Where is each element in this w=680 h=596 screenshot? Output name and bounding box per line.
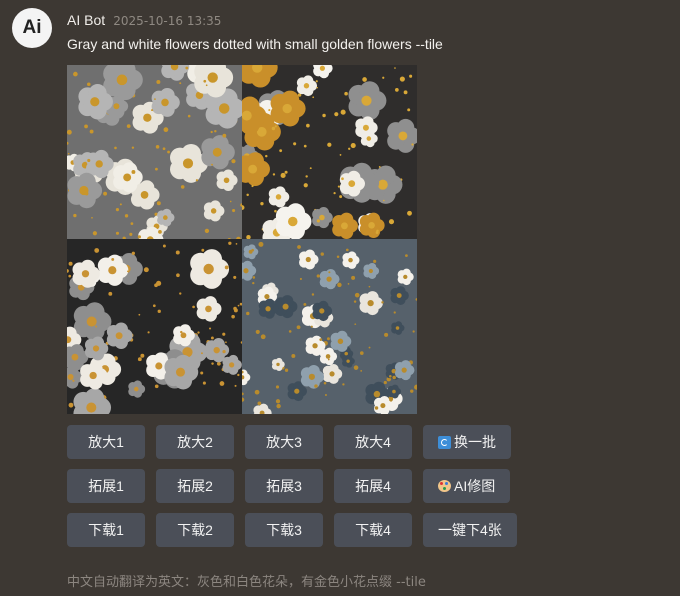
- expand-1-button[interactable]: 拓展1: [67, 469, 145, 503]
- avatar[interactable]: Ai: [12, 8, 52, 48]
- expand-3-button[interactable]: 拓展3: [245, 469, 323, 503]
- palette-icon: [438, 480, 451, 492]
- download-1-button[interactable]: 下载1: [67, 513, 145, 547]
- refresh-icon: [438, 435, 451, 449]
- upscale-3-button[interactable]: 放大3: [245, 425, 323, 459]
- reroll-label: 换一批: [454, 434, 496, 450]
- flower-pattern-image: [67, 239, 242, 414]
- message-header: AI Bot 2025-10-16 13:35: [67, 12, 221, 29]
- upscale-2-button[interactable]: 放大2: [156, 425, 234, 459]
- image-tile-3[interactable]: [67, 239, 242, 414]
- expand-row: 拓展1 拓展2 拓展3 拓展4 AI修图: [67, 469, 511, 503]
- ai-edit-label: AI修图: [454, 478, 496, 494]
- download-3-button[interactable]: 下载3: [245, 513, 323, 547]
- image-tile-1[interactable]: [67, 65, 242, 239]
- flower-pattern-image: [242, 65, 417, 239]
- expand-4-button[interactable]: 拓展4: [334, 469, 412, 503]
- download-2-button[interactable]: 下载2: [156, 513, 234, 547]
- reroll-button[interactable]: 换一批: [423, 425, 511, 459]
- image-grid[interactable]: [67, 65, 417, 414]
- ai-edit-button[interactable]: AI修图: [423, 469, 511, 503]
- flower-pattern-image: [67, 65, 242, 239]
- flower-pattern-image: [242, 239, 417, 414]
- timestamp: 2025-10-16 13:35: [113, 14, 222, 28]
- image-tile-4[interactable]: [242, 239, 417, 414]
- upscale-row: 放大1 放大2 放大3 放大4 换一批: [67, 425, 511, 459]
- download-all-button[interactable]: 一键下4张: [423, 513, 517, 547]
- upscale-1-button[interactable]: 放大1: [67, 425, 145, 459]
- prompt-text: Gray and white flowers dotted with small…: [67, 36, 443, 52]
- upscale-4-button[interactable]: 放大4: [334, 425, 412, 459]
- expand-2-button[interactable]: 拓展2: [156, 469, 234, 503]
- download-row: 下载1 下载2 下载3 下载4 一键下4张: [67, 513, 517, 547]
- translation-note: 中文自动翻译为英文：灰色和白色花朵，有金色小花点缀 --tile: [67, 575, 426, 590]
- image-tile-2[interactable]: [242, 65, 417, 239]
- download-4-button[interactable]: 下载4: [334, 513, 412, 547]
- sender-name: AI Bot: [67, 12, 106, 28]
